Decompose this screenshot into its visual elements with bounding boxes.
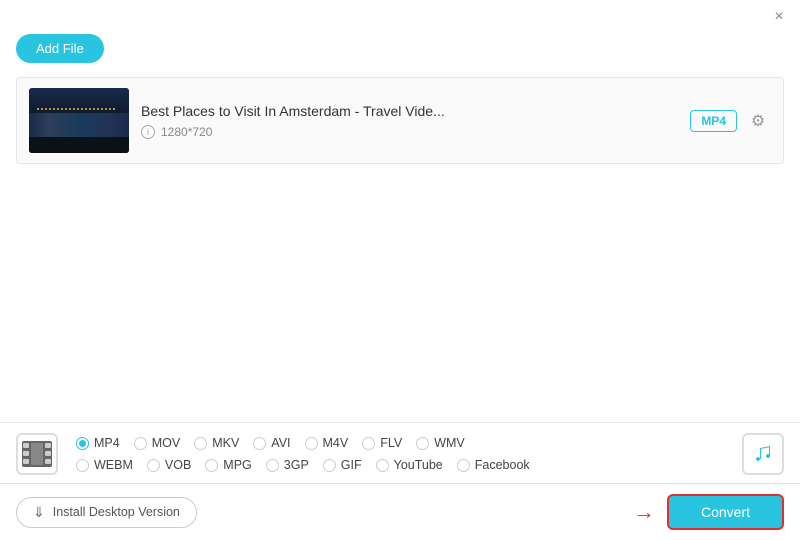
format-youtube[interactable]: YouTube <box>372 456 453 474</box>
format-webm-label: WEBM <box>94 458 133 472</box>
title-bar: × <box>0 0 800 30</box>
formats-row-1: MP4 MOV MKV AVI M4V <box>72 434 732 452</box>
radio-wmv[interactable] <box>416 437 429 450</box>
add-file-button[interactable]: Add File <box>16 34 104 63</box>
format-wmv-label: WMV <box>434 436 465 450</box>
info-icon: i <box>141 125 155 139</box>
file-actions: MP4 ⚙ <box>690 108 771 134</box>
close-button[interactable]: × <box>770 8 788 26</box>
formats-row-2: WEBM VOB MPG 3GP GIF <box>72 456 732 474</box>
format-mpg-label: MPG <box>223 458 251 472</box>
format-webm[interactable]: WEBM <box>72 456 143 474</box>
arrow-indicator: → <box>633 499 655 525</box>
format-gif[interactable]: GIF <box>319 456 372 474</box>
install-button[interactable]: ⇓ Install Desktop Version <box>16 497 197 528</box>
format-badge[interactable]: MP4 <box>690 110 737 132</box>
format-vob[interactable]: VOB <box>143 456 201 474</box>
format-m4v-label: M4V <box>323 436 349 450</box>
video-format-icon[interactable] <box>16 433 58 475</box>
format-3gp-label: 3GP <box>284 458 309 472</box>
file-info: Best Places to Visit In Amsterdam - Trav… <box>141 103 678 139</box>
settings-button[interactable]: ⚙ <box>745 108 771 134</box>
radio-vob[interactable] <box>147 459 160 472</box>
format-mov-label: MOV <box>152 436 180 450</box>
format-mp4[interactable]: MP4 <box>72 434 130 452</box>
format-mpg[interactable]: MPG <box>201 456 261 474</box>
file-meta: i 1280*720 <box>141 125 678 139</box>
format-youtube-label: YouTube <box>394 458 443 472</box>
format-3gp[interactable]: 3GP <box>262 456 319 474</box>
file-resolution: 1280*720 <box>161 125 212 139</box>
download-icon: ⇓ <box>33 504 45 521</box>
radio-facebook[interactable] <box>457 459 470 472</box>
thumbnail-image <box>29 88 129 153</box>
format-mkv-label: MKV <box>212 436 239 450</box>
file-thumbnail <box>29 88 129 153</box>
install-label: Install Desktop Version <box>53 505 180 519</box>
radio-3gp[interactable] <box>266 459 279 472</box>
main-content <box>0 170 800 400</box>
radio-gif[interactable] <box>323 459 336 472</box>
radio-mpg[interactable] <box>205 459 218 472</box>
format-avi[interactable]: AVI <box>249 434 300 452</box>
bottom-section: MP4 MOV MKV AVI M4V <box>0 422 800 540</box>
format-flv-label: FLV <box>380 436 402 450</box>
right-side: → Convert <box>633 494 784 530</box>
radio-m4v[interactable] <box>305 437 318 450</box>
convert-button[interactable]: Convert <box>667 494 784 530</box>
film-icon <box>22 441 52 467</box>
radio-flv[interactable] <box>362 437 375 450</box>
file-list: Best Places to Visit In Amsterdam - Trav… <box>16 77 784 164</box>
toolbar: Add File <box>0 30 800 71</box>
format-gif-label: GIF <box>341 458 362 472</box>
format-flv[interactable]: FLV <box>358 434 412 452</box>
radio-youtube[interactable] <box>376 459 389 472</box>
formats-container: MP4 MOV MKV AVI M4V <box>72 434 732 474</box>
format-mov[interactable]: MOV <box>130 434 190 452</box>
file-name: Best Places to Visit In Amsterdam - Trav… <box>141 103 678 119</box>
thumbnail-lights <box>29 108 129 110</box>
radio-mkv[interactable] <box>194 437 207 450</box>
radio-mov[interactable] <box>134 437 147 450</box>
format-vob-label: VOB <box>165 458 191 472</box>
file-item: Best Places to Visit In Amsterdam - Trav… <box>17 78 783 163</box>
format-mkv[interactable]: MKV <box>190 434 249 452</box>
format-selector: MP4 MOV MKV AVI M4V <box>0 422 800 483</box>
format-facebook[interactable]: Facebook <box>453 456 540 474</box>
format-mp4-label: MP4 <box>94 436 120 450</box>
format-avi-label: AVI <box>271 436 290 450</box>
music-note-icon <box>752 443 774 465</box>
format-m4v[interactable]: M4V <box>301 434 359 452</box>
format-wmv[interactable]: WMV <box>412 434 475 452</box>
bottom-bar: ⇓ Install Desktop Version → Convert <box>0 483 800 540</box>
radio-webm[interactable] <box>76 459 89 472</box>
radio-avi[interactable] <box>253 437 266 450</box>
format-facebook-label: Facebook <box>475 458 530 472</box>
audio-format-icon[interactable] <box>742 433 784 475</box>
radio-mp4[interactable] <box>76 437 89 450</box>
